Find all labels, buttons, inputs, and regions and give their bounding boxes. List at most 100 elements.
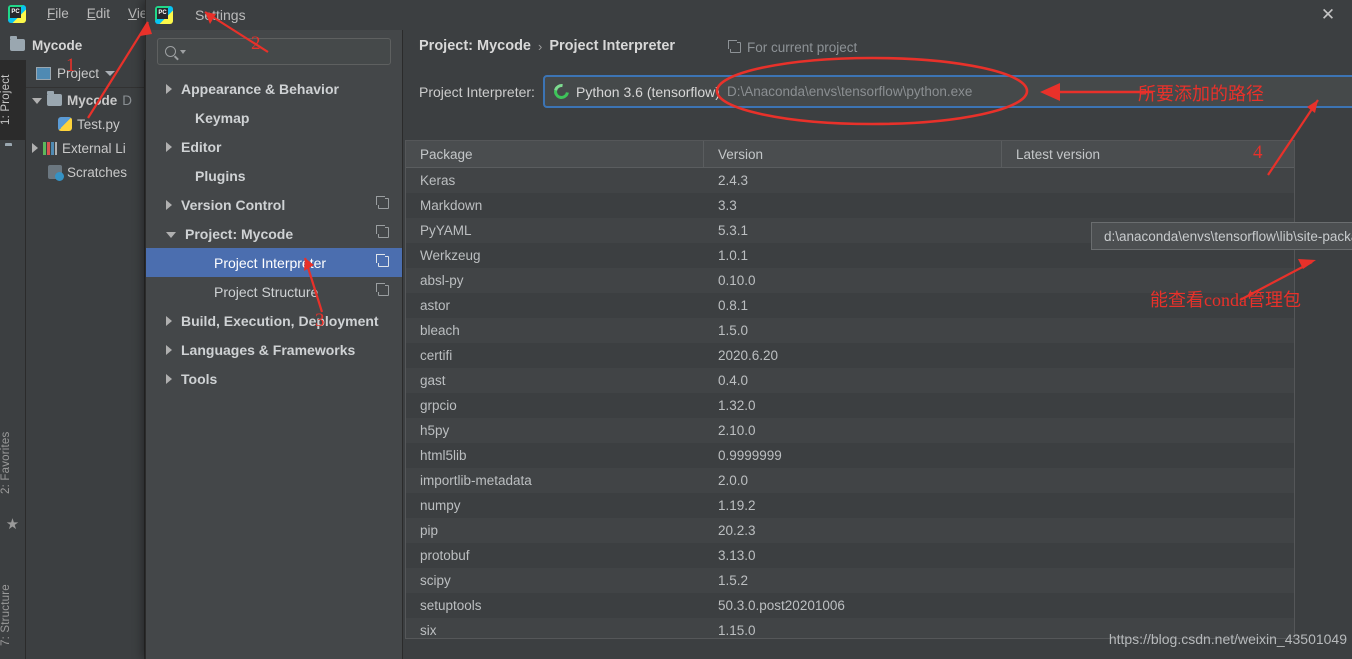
settings-nav: Appearance & Behavior Keymap Editor Plug…: [146, 30, 403, 659]
settings-content: Project: Mycode › Project Interpreter Fo…: [403, 30, 1352, 659]
breadcrumb: Project: Mycode › Project Interpreter: [419, 38, 675, 54]
ide-project-name-header: Mycode: [0, 30, 145, 60]
sidebar-item-tools[interactable]: Tools: [146, 364, 402, 393]
chevron-down-icon[interactable]: [166, 231, 176, 238]
table-row[interactable]: Markdown 3.3: [406, 193, 1294, 218]
chevron-right-icon[interactable]: [32, 143, 38, 153]
ide-tool-window-bar: 1: Project 2: Favorites ★ 7: Structure: [0, 60, 26, 659]
column-header-latest-version[interactable]: Latest version: [1002, 141, 1294, 167]
chevron-down-icon[interactable]: [105, 71, 116, 76]
packages-table: Package Version Latest version Keras 2.4.…: [405, 140, 1295, 639]
tree-item-testpy[interactable]: Test.py: [26, 112, 144, 136]
sidebar-item-build-execution-deployment[interactable]: Build, Execution, Deployment: [146, 306, 402, 335]
chevron-right-icon[interactable]: [166, 141, 172, 152]
interpreter-combobox[interactable]: Python 3.6 (tensorflow) D:\Anaconda\envs…: [543, 75, 1352, 108]
table-row[interactable]: bleach 1.5.0: [406, 318, 1294, 343]
package-cell: importlib-metadata: [420, 473, 532, 488]
sidebar-item-version-control[interactable]: Version Control: [146, 190, 402, 219]
chevron-right-icon[interactable]: [166, 373, 172, 384]
chevron-right-icon[interactable]: [166, 315, 172, 326]
breadcrumb-separator-icon: ›: [538, 38, 543, 54]
table-row[interactable]: h5py 2.10.0: [406, 418, 1294, 443]
package-cell: scipy: [420, 573, 451, 588]
ide-project-tool-window: Project Mycode D Test.py External Li Scr…: [26, 60, 145, 659]
table-row[interactable]: gast 0.4.0: [406, 368, 1294, 393]
chevron-right-icon[interactable]: [166, 83, 172, 94]
sidebar-item-project-interpreter[interactable]: Project Interpreter: [146, 248, 402, 277]
table-row[interactable]: absl-py 0.10.0: [406, 268, 1294, 293]
chevron-right-icon[interactable]: [166, 344, 172, 355]
menu-item-edit[interactable]: Edit: [78, 3, 119, 24]
sidebar-item-structure[interactable]: 7: Structure: [0, 565, 26, 659]
chevron-right-icon[interactable]: [166, 199, 172, 210]
table-row[interactable]: scipy 1.5.2: [406, 568, 1294, 593]
version-cell: 2.0.0: [718, 473, 749, 488]
table-row[interactable]: protobuf 3.13.0: [406, 543, 1294, 568]
sidebar-item-label: Appearance & Behavior: [181, 80, 339, 97]
table-row[interactable]: numpy 1.19.2: [406, 493, 1294, 518]
tree-item-label: Scratches: [67, 164, 128, 180]
package-cell: Markdown: [420, 198, 483, 213]
sidebar-item-editor[interactable]: Editor: [146, 132, 402, 161]
table-row[interactable]: Keras 2.4.3: [406, 168, 1294, 193]
sidebar-item-languages-frameworks[interactable]: Languages & Frameworks: [146, 335, 402, 364]
sidebar-item-appearance-behavior[interactable]: Appearance & Behavior: [146, 74, 402, 103]
table-row[interactable]: pip 20.2.3: [406, 518, 1294, 543]
sidebar-item-label: Languages & Frameworks: [181, 341, 356, 358]
tree-item-label: External Li: [62, 140, 126, 156]
sidebar-item-plugins[interactable]: Plugins: [146, 161, 402, 190]
search-input[interactable]: [157, 38, 391, 65]
package-cell: h5py: [420, 423, 450, 438]
sidebar-item-label: Plugins: [195, 167, 246, 184]
search-icon: [165, 46, 176, 57]
column-header-version[interactable]: Version: [704, 141, 1002, 167]
sidebar-item-keymap[interactable]: Keymap: [146, 103, 402, 132]
copy-settings-icon[interactable]: [376, 196, 389, 209]
table-row[interactable]: setuptools 50.3.0.post20201006: [406, 593, 1294, 618]
version-cell: 2.4.3: [718, 173, 749, 188]
copy-settings-icon[interactable]: [376, 283, 389, 296]
project-panel-header[interactable]: Project: [26, 60, 144, 88]
table-row[interactable]: grpcio 1.32.0: [406, 393, 1294, 418]
folder-icon: [10, 36, 25, 51]
tree-item-scratches[interactable]: Scratches: [26, 160, 144, 184]
chevron-down-icon[interactable]: [180, 49, 186, 54]
sidebar-item-label: 2: Favorites: [0, 431, 12, 494]
package-cell: six: [420, 623, 437, 638]
version-cell: 0.9999999: [718, 448, 782, 463]
sidebar-item-project-mycode[interactable]: Project: Mycode: [146, 219, 402, 248]
sidebar-item-label: Build, Execution, Deployment: [181, 312, 379, 329]
breadcrumb-root[interactable]: Project: Mycode: [419, 38, 531, 54]
package-cell: absl-py: [420, 273, 464, 288]
tree-item-label: Mycode: [67, 92, 118, 108]
copy-settings-icon[interactable]: [376, 254, 389, 267]
version-cell: 1.0.1: [718, 248, 749, 263]
column-header-package[interactable]: Package: [406, 141, 704, 167]
tree-item-mycode[interactable]: Mycode D: [26, 88, 144, 112]
chevron-down-icon[interactable]: [32, 98, 42, 104]
tree-item-suffix: D: [122, 92, 133, 108]
version-cell: 0.10.0: [718, 273, 756, 288]
menu-item-file[interactable]: FFileile: [38, 3, 78, 24]
sidebar-item-favorites[interactable]: 2: Favorites: [0, 415, 26, 510]
sidebar-item-label: Version Control: [181, 196, 286, 213]
close-icon[interactable]: ✕: [1318, 5, 1338, 25]
sidebar-item-project-structure[interactable]: Project Structure: [146, 277, 402, 306]
sidebar-item-project[interactable]: 1: Project: [0, 60, 26, 140]
settings-dialog: Settings ✕ Appearance & Behavior Keymap …: [145, 0, 1352, 659]
copy-settings-icon[interactable]: [376, 225, 389, 238]
sidebar-item-label: Editor: [181, 138, 222, 155]
tree-item-external-libraries[interactable]: External Li: [26, 136, 144, 160]
loading-spinner-icon: [551, 81, 572, 102]
package-cell: PyYAML: [420, 223, 472, 238]
table-row[interactable]: importlib-metadata 2.0.0: [406, 468, 1294, 493]
table-row[interactable]: certifi 2020.6.20: [406, 343, 1294, 368]
table-row[interactable]: html5lib 0.9999999: [406, 443, 1294, 468]
library-icon: [43, 141, 57, 155]
interpreter-row: Project Interpreter: Python 3.6 (tensorf…: [403, 75, 1352, 111]
for-current-project-text: For current project: [747, 40, 858, 55]
folder-icon: [5, 146, 20, 160]
interpreter-path: D:\Anaconda\envs\tensorflow\python.exe: [726, 84, 973, 99]
table-row[interactable]: astor 0.8.1: [406, 293, 1294, 318]
version-cell: 3.13.0: [718, 548, 756, 563]
